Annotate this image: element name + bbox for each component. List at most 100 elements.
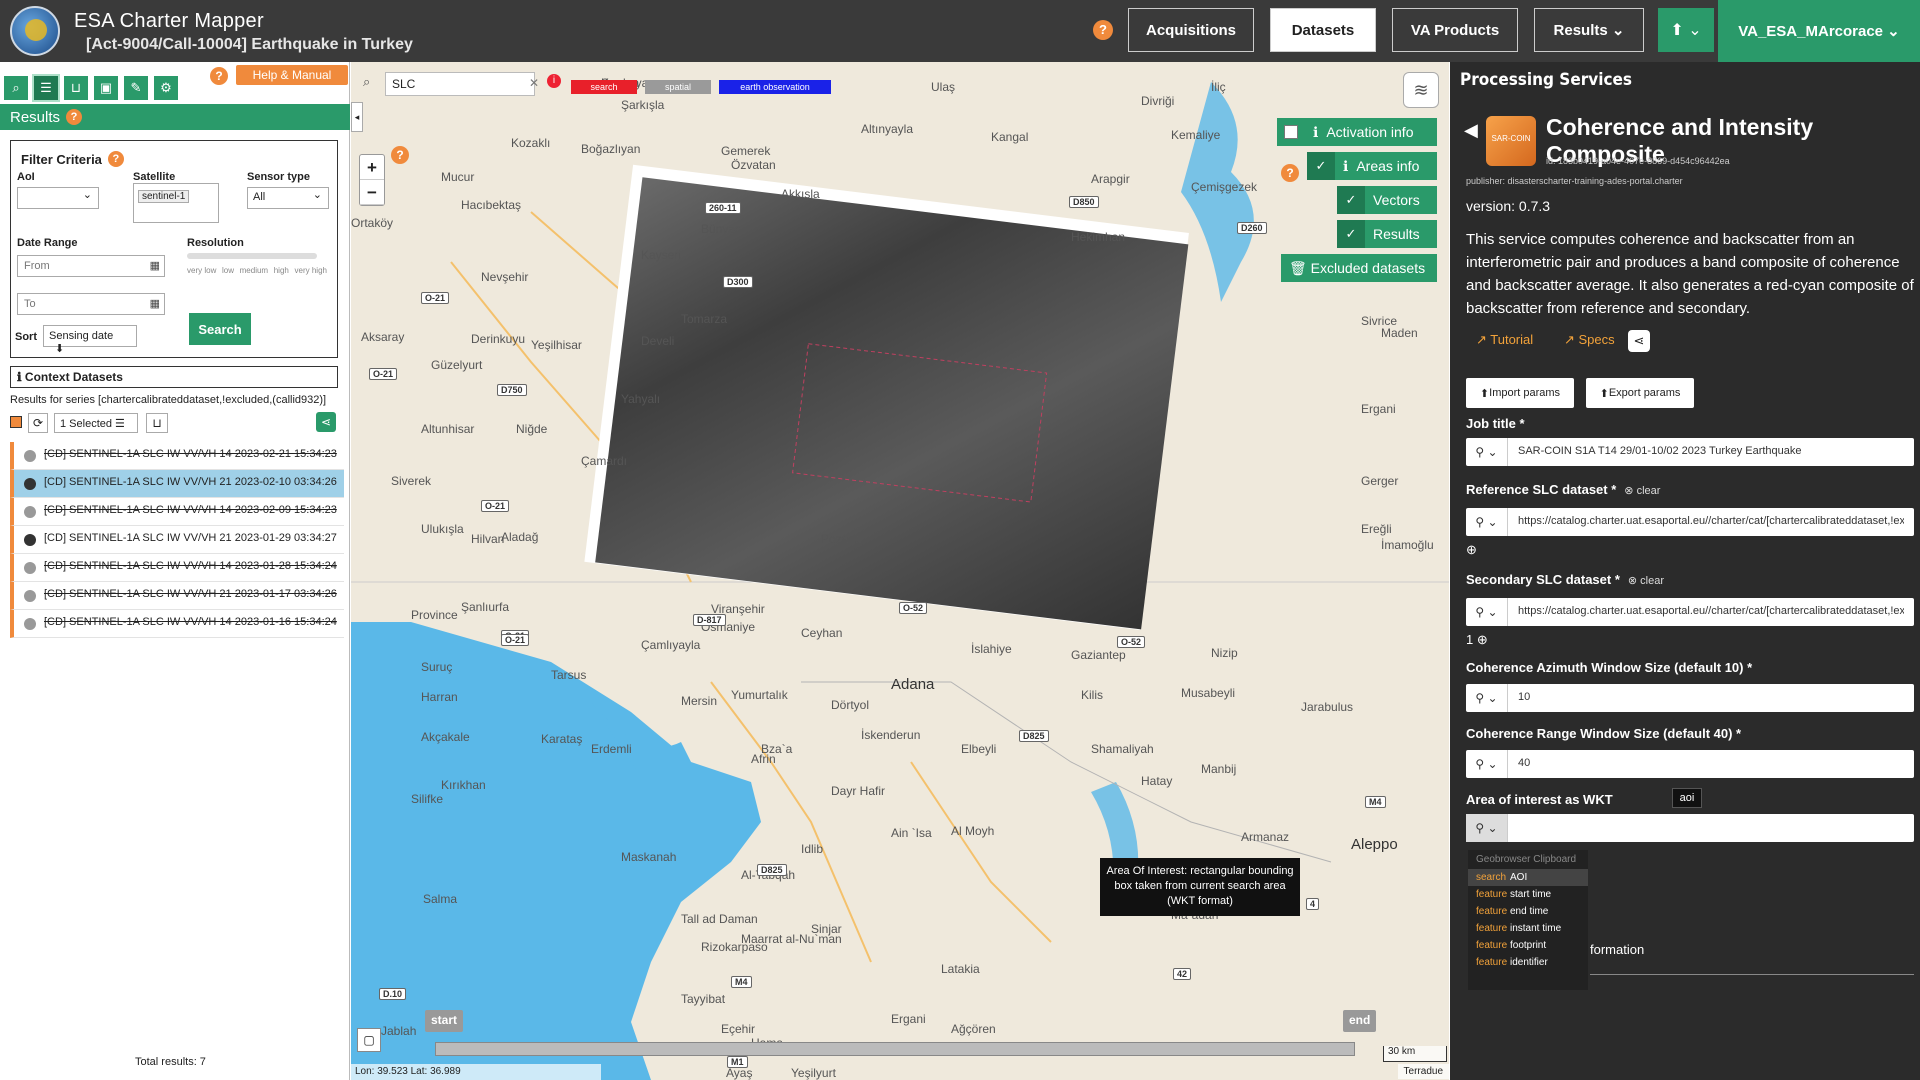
- map-canvas[interactable]: [351, 62, 1449, 1080]
- archive-icon[interactable]: ▣: [94, 76, 118, 100]
- calendar-icon[interactable]: ▦: [150, 297, 160, 310]
- clipboard-item[interactable]: feature start time: [1468, 886, 1588, 903]
- aoi-wkt-input[interactable]: ⚲ ⌄: [1466, 814, 1914, 842]
- clipboard-item[interactable]: feature instant time: [1468, 920, 1588, 937]
- user-menu[interactable]: VA_ESA_MArcorace ⌄: [1718, 0, 1920, 62]
- export-params-button[interactable]: ⬆ Export params: [1586, 378, 1694, 408]
- globe-icon[interactable]: [24, 478, 36, 490]
- nav-va-products[interactable]: VA Products: [1392, 8, 1518, 52]
- result-item[interactable]: [CD] SENTINEL-1A SLC IW VV/VH 21 2023-01…: [10, 526, 344, 554]
- result-item[interactable]: [CD] SENTINEL-1A SLC IW VV/VH 21 2023-02…: [10, 470, 344, 498]
- timeline-bar[interactable]: [435, 1042, 1355, 1056]
- globe-icon[interactable]: [24, 450, 36, 462]
- layers-icon[interactable]: ≋: [1403, 72, 1439, 108]
- clipboard-item[interactable]: feature end time: [1468, 903, 1588, 920]
- help-icon[interactable]: ?: [1093, 20, 1113, 40]
- globe-icon[interactable]: [24, 534, 36, 546]
- back-icon[interactable]: ◀: [1464, 120, 1478, 141]
- tutorial-link[interactable]: ↗ Tutorial: [1476, 332, 1533, 348]
- add-icon[interactable]: ⊕: [1466, 542, 1477, 558]
- nav-datasets[interactable]: Datasets: [1270, 8, 1376, 52]
- secondary-slc-input[interactable]: ⚲ ⌄ https://catalog.charter.uat.esaportal…: [1466, 598, 1914, 626]
- arrow-down-icon[interactable]: ⬇: [55, 343, 64, 355]
- earth-observation-tag[interactable]: earth observation: [719, 80, 831, 94]
- esa-charter-logo[interactable]: [10, 6, 60, 56]
- layer-activation-info[interactable]: ℹ Activation info: [1277, 118, 1437, 146]
- specs-link[interactable]: ↗ Specs: [1564, 332, 1615, 348]
- aoi-select[interactable]: [17, 187, 99, 209]
- satellite-tag[interactable]: sentinel-1: [138, 190, 190, 203]
- clear-button[interactable]: ⊗ clear: [1628, 575, 1664, 587]
- result-item[interactable]: [CD] SENTINEL-1A SLC IW VV/VH 14 2023-02…: [10, 498, 344, 526]
- list-icon[interactable]: ☰: [32, 74, 60, 102]
- info-icon[interactable]: i: [547, 74, 561, 88]
- check-icon[interactable]: ✓: [1337, 186, 1365, 214]
- help-icon[interactable]: ?: [107, 151, 124, 167]
- draw-rectangle-icon[interactable]: ▢: [357, 1028, 381, 1052]
- range-window-input[interactable]: ⚲ ⌄ 40: [1466, 750, 1914, 778]
- layer-vectors[interactable]: ✓ Vectors: [1337, 186, 1437, 214]
- sort-select[interactable]: Sensing date ⬇: [43, 325, 137, 355]
- gear-icon[interactable]: ⚙: [154, 76, 178, 100]
- share-icon[interactable]: ⋖: [316, 412, 336, 432]
- layer-results[interactable]: ✓ Results: [1337, 220, 1437, 248]
- wand-icon[interactable]: ⚲ ⌄: [1466, 438, 1508, 466]
- layer-areas-info[interactable]: ✓ ℹ Areas info: [1307, 152, 1437, 180]
- checkbox-icon[interactable]: [1277, 118, 1305, 146]
- calendar-icon[interactable]: ▦: [150, 259, 160, 272]
- result-item[interactable]: [CD] SENTINEL-1A SLC IW VV/VH 14 2023-02…: [10, 442, 344, 470]
- reference-slc-input[interactable]: ⚲ ⌄ https://catalog.charter.uat.esaportal…: [1466, 508, 1914, 536]
- globe-icon[interactable]: [24, 618, 36, 630]
- help-icon[interactable]: ?: [210, 67, 228, 85]
- wand-icon[interactable]: ⚲ ⌄: [1466, 684, 1508, 712]
- satellite-select[interactable]: sentinel-1: [133, 183, 219, 223]
- map-view[interactable]: SarıkayaŞarkışlaUlaşDivriğiİliçKozaklıBo…: [351, 62, 1449, 1080]
- clipboard-item[interactable]: search AOI: [1468, 869, 1588, 886]
- globe-icon[interactable]: [24, 506, 36, 518]
- check-icon[interactable]: ✓: [1307, 152, 1335, 180]
- globe-icon[interactable]: [24, 562, 36, 574]
- date-from-input[interactable]: From ▦: [17, 255, 165, 277]
- help-icon[interactable]: ?: [391, 146, 409, 164]
- result-item[interactable]: [CD] SENTINEL-1A SLC IW VV/VH 14 2023-01…: [10, 610, 344, 638]
- collapse-left-panel[interactable]: ◂: [351, 102, 363, 132]
- search-tag[interactable]: search: [571, 80, 637, 94]
- sensor-type-select[interactable]: All: [247, 187, 329, 209]
- search-button[interactable]: Search: [189, 313, 251, 345]
- layer-excluded-datasets[interactable]: 🗑 Excluded datasets: [1281, 254, 1437, 282]
- add-icon[interactable]: ⊕: [1477, 632, 1488, 647]
- select-all-checkbox[interactable]: [10, 416, 22, 428]
- nav-results[interactable]: Results ⌄: [1534, 8, 1644, 52]
- timeline-end[interactable]: end: [1343, 1010, 1377, 1032]
- basket-icon[interactable]: ⊔: [64, 76, 88, 100]
- help-icon[interactable]: ?: [1281, 164, 1299, 182]
- help-icon[interactable]: ?: [66, 109, 83, 125]
- zoom-in-button[interactable]: +: [360, 155, 384, 180]
- azimuth-window-input[interactable]: ⚲ ⌄ 10: [1466, 684, 1914, 712]
- import-params-button[interactable]: ⬆ Import params: [1466, 378, 1574, 408]
- nav-acquisitions[interactable]: Acquisitions: [1128, 8, 1254, 52]
- resolution-slider[interactable]: [187, 253, 317, 259]
- zoom-out-button[interactable]: −: [360, 180, 384, 205]
- check-icon[interactable]: ✓: [1337, 220, 1365, 248]
- clipboard-item[interactable]: feature footprint: [1468, 937, 1588, 954]
- share-icon[interactable]: ⋖: [1628, 330, 1650, 352]
- spatial-tag[interactable]: spatial: [645, 80, 711, 94]
- context-datasets-toggle[interactable]: ℹ Context Datasets: [10, 366, 338, 388]
- wand-icon[interactable]: ⚲ ⌄: [1466, 598, 1508, 626]
- result-item[interactable]: [CD] SENTINEL-1A SLC IW VV/VH 14 2023-01…: [10, 554, 344, 582]
- timeline-start[interactable]: start: [425, 1010, 464, 1032]
- wand-icon[interactable]: ⚲ ⌄: [1466, 508, 1508, 536]
- clipboard-item[interactable]: feature identifier: [1468, 954, 1588, 971]
- map-search-input[interactable]: SLC: [385, 72, 535, 96]
- refresh-icon[interactable]: ⟳: [28, 413, 48, 433]
- search-icon[interactable]: ⌕: [4, 76, 28, 100]
- date-to-input[interactable]: To ▦: [17, 293, 165, 315]
- globe-icon[interactable]: [24, 590, 36, 602]
- selected-dropdown[interactable]: 1 Selected ☰: [54, 413, 138, 433]
- result-item[interactable]: [CD] SENTINEL-1A SLC IW VV/VH 21 2023-01…: [10, 582, 344, 610]
- job-title-input[interactable]: ⚲ ⌄ SAR-COIN S1A T14 29/01-10/02 2023 Tur…: [1466, 438, 1914, 466]
- add-basket-icon[interactable]: ⊔: [146, 413, 168, 433]
- clear-button[interactable]: ⊗ clear: [1624, 485, 1660, 497]
- pencil-icon[interactable]: ✎: [124, 76, 148, 100]
